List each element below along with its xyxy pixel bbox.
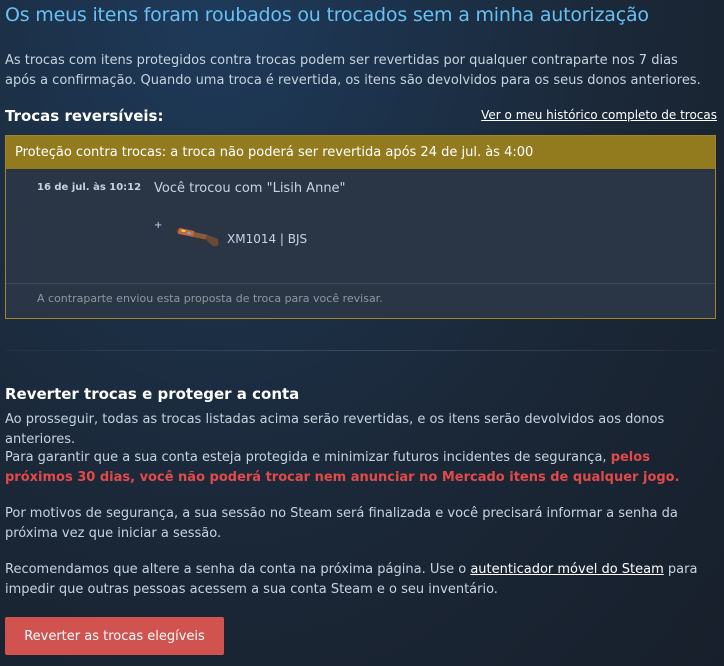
trade-card: Proteção contra trocas: a troca não pode… bbox=[5, 135, 716, 319]
password-paragraph: Recomendamos que altere a senha da conta… bbox=[5, 560, 710, 600]
shotgun-icon[interactable] bbox=[171, 224, 225, 254]
trade-description: Você trocou com "Lisih Anne" bbox=[154, 181, 346, 196]
password-text-before: Recomendamos que altere a senha da conta… bbox=[5, 562, 471, 577]
trade-history-link[interactable]: Ver o meu histórico completo de trocas bbox=[481, 108, 717, 122]
trade-divider bbox=[6, 283, 715, 284]
revert-info-paragraph: Ao prosseguir, todas as trocas listadas … bbox=[5, 412, 665, 447]
trade-date: 16 de jul. às 10:12 bbox=[37, 182, 142, 193]
revert-heading: Reverter trocas e proteger a conta bbox=[5, 385, 300, 403]
page-title: Os meus itens foram roubados ou trocados… bbox=[5, 4, 649, 26]
item-added-sign: + bbox=[154, 220, 163, 231]
reversible-trades-heading: Trocas reversíveis: bbox=[5, 107, 164, 125]
security-paragraph: Para garantir que a sua conta esteja pro… bbox=[5, 448, 710, 488]
revert-trades-button[interactable]: Reverter as trocas elegíveis bbox=[5, 617, 224, 655]
item-name: XM1014 | BJS bbox=[227, 232, 308, 246]
trade-footer-note: A contraparte enviou esta proposta de tr… bbox=[37, 292, 383, 305]
section-divider bbox=[5, 350, 716, 351]
trade-protection-banner: Proteção contra trocas: a troca não pode… bbox=[6, 136, 715, 169]
intro-text: As trocas com itens protegidos contra tr… bbox=[5, 53, 701, 88]
mobile-authenticator-link[interactable]: autenticador móvel do Steam bbox=[470, 562, 663, 577]
logout-paragraph: Por motivos de segurança, a sua sessão n… bbox=[5, 506, 678, 541]
security-text: Para garantir que a sua conta esteja pro… bbox=[5, 450, 611, 465]
